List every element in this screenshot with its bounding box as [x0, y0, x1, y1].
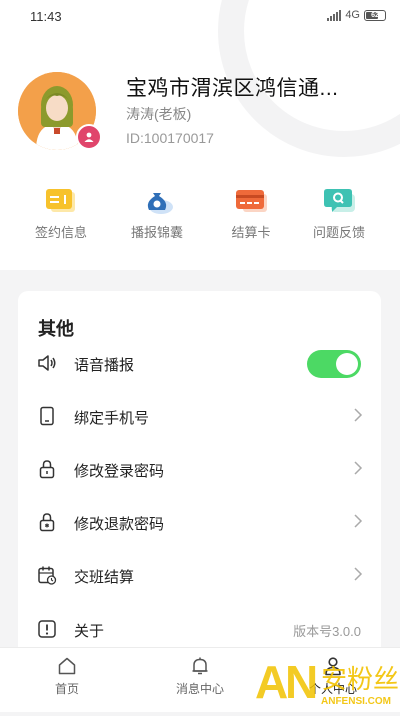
quick-action-broadcast-tips[interactable]: 播报锦囊 [107, 186, 207, 241]
watermark-small-text: ANFENSI.COM [321, 696, 391, 707]
lock-asterisk-icon [39, 513, 55, 532]
settings-row-label: 修改退款密码 [74, 516, 165, 533]
chevron-right-icon [354, 461, 363, 475]
settings-row-label: 修改登录密码 [74, 463, 165, 480]
calendar-clock-icon [38, 566, 57, 585]
settings-row-change-login-password[interactable]: 修改登录密码 [18, 445, 381, 493]
feedback-icon [324, 189, 355, 212]
chevron-right-icon [354, 408, 363, 422]
card-icon [236, 190, 267, 212]
phone-icon [40, 406, 54, 426]
quick-action-label: 问题反馈 [312, 225, 365, 240]
settings-row-bind-phone[interactable]: 绑定手机号 [18, 392, 381, 440]
network-type: 4G [345, 9, 360, 21]
tab-label: 首页 [54, 682, 79, 696]
lock-icon [39, 460, 55, 479]
app-version: 版本号3.0.0 [293, 624, 361, 639]
speaker-icon [38, 355, 56, 371]
contract-icon [46, 189, 75, 212]
user-id: ID:100170017 [126, 130, 214, 146]
status-bar: 11:43 4G 62 [0, 0, 400, 32]
quick-action-label: 签约信息 [34, 225, 87, 240]
settings-row-shift-settlement[interactable]: 交班结算 [18, 551, 381, 599]
user-badge-icon [84, 132, 94, 142]
watermark-big-text: 安粉丝 [321, 665, 399, 695]
quick-action-label: 播报锦囊 [130, 225, 183, 240]
avatar-badge [76, 124, 102, 150]
settings-row-label: 语音播报 [74, 357, 135, 374]
battery-icon: 62 [364, 9, 386, 21]
settings-row-label: 交班结算 [74, 569, 135, 586]
settings-row-change-refund-password[interactable]: 修改退款密码 [18, 498, 381, 546]
owner-name: 涛涛(老板) [126, 106, 192, 122]
quick-action-settlement-card[interactable]: 结算卡 [201, 186, 301, 241]
chevron-right-icon [354, 514, 363, 528]
home-icon [58, 657, 76, 675]
shop-name: 宝鸡市渭滨区鸿信通... [126, 77, 339, 100]
settings-title: 其他 [38, 319, 74, 339]
status-time: 11:43 [30, 9, 62, 24]
settings-row-about[interactable]: 关于 版本号3.0.0 [18, 605, 381, 653]
tab-label: 消息中心 [175, 682, 224, 696]
voice-broadcast-toggle[interactable] [307, 350, 361, 378]
signal-icon [327, 9, 342, 21]
quick-action-feedback[interactable]: 问题反馈 [289, 186, 389, 241]
settings-row-voice-broadcast: 语音播报 [18, 339, 381, 387]
svg-text:N: N [285, 656, 318, 708]
money-bag-icon [147, 193, 173, 214]
tab-home[interactable]: 首页 [17, 656, 117, 697]
svg-text:A: A [255, 656, 288, 708]
tab-messages[interactable]: 消息中心 [150, 656, 250, 697]
settings-row-label: 关于 [74, 623, 105, 640]
profile-header: 11:43 4G 62 宝鸡市渭滨区鸿信通... 涛涛(老板) ID:10017… [0, 0, 400, 270]
quick-action-contract[interactable]: 签约信息 [11, 186, 111, 241]
info-icon [38, 620, 56, 638]
watermark-graphic: A N 安粉丝 ANFENSI.COM [255, 656, 399, 708]
status-indicators: 4G 62 [327, 9, 386, 21]
settings-row-label: 绑定手机号 [74, 410, 150, 427]
watermark-logo: A N 安粉丝 ANFENSI.COM [255, 652, 400, 711]
chevron-right-icon [354, 567, 363, 581]
battery-level: 62 [371, 11, 379, 19]
toggle-knob [336, 353, 358, 375]
bell-icon [192, 657, 208, 675]
quick-action-label: 结算卡 [231, 225, 271, 240]
